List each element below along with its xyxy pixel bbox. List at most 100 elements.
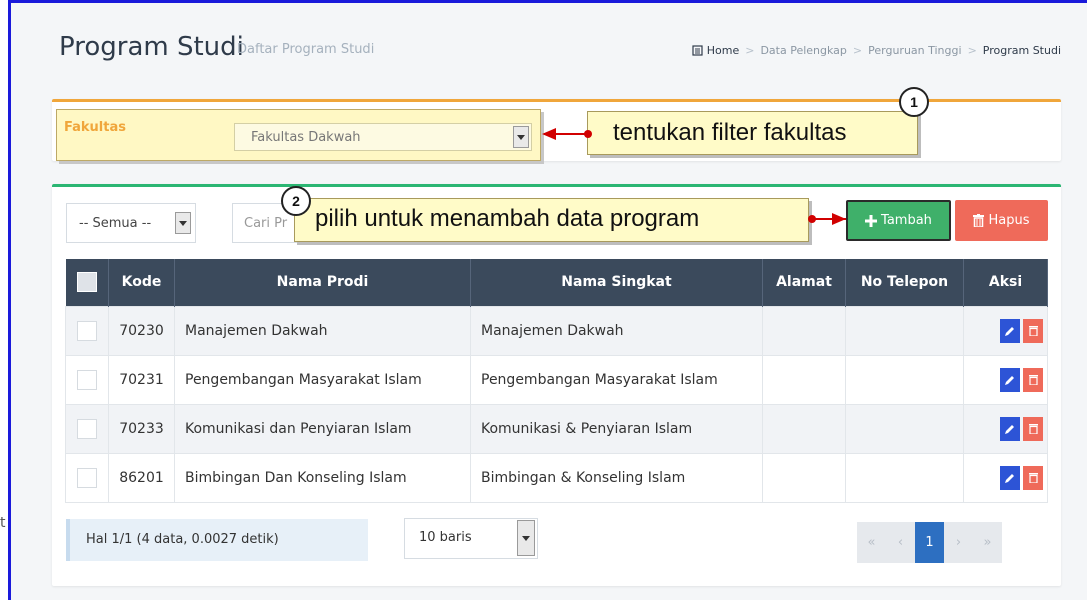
row-checkbox[interactable] — [77, 369, 97, 390]
status-filter-value: -- Semua -- — [79, 216, 152, 231]
table-header-row: Kode Nama Prodi Nama Singkat Alamat No T… — [65, 259, 1048, 306]
cell-alamat — [762, 305, 846, 356]
col-nama-singkat: Nama Singkat — [470, 259, 763, 306]
row-checkbox-cell — [65, 305, 109, 356]
cell-kode: 70231 — [108, 354, 175, 405]
col-alamat: Alamat — [762, 259, 846, 306]
row-checkbox-cell — [65, 354, 109, 405]
cell-telepon — [845, 452, 964, 503]
edit-button[interactable] — [1000, 367, 1020, 392]
cell-nama: Manajemen Dakwah — [174, 305, 471, 356]
cell-kode: 70233 — [108, 403, 175, 454]
breadcrumb: Home > Data Pelengkap > Perguruan Tinggi… — [692, 44, 1061, 57]
trash-icon — [1028, 325, 1038, 336]
page-subtitle: Daftar Program Studi — [237, 42, 375, 57]
delete-row-button[interactable] — [1023, 416, 1043, 441]
cell-aksi — [963, 452, 1048, 503]
breadcrumb-separator: > — [745, 44, 755, 57]
callout-add: pilih untuk menambah data program — [294, 198, 809, 242]
col-kode: Kode — [108, 259, 175, 306]
pencil-icon — [1005, 424, 1014, 434]
cell-singkat: Manajemen Dakwah — [470, 305, 763, 356]
step-badge-1: 1 — [899, 87, 929, 117]
col-no-telepon: No Telepon — [845, 259, 964, 306]
callout-filter: tentukan filter fakultas — [587, 111, 918, 155]
breadcrumb-perguruan-tinggi[interactable]: Perguruan Tinggi — [868, 44, 961, 57]
edit-button[interactable] — [1000, 318, 1020, 343]
status-filter-select[interactable]: -- Semua -- — [66, 203, 196, 243]
cell-alamat — [762, 354, 846, 405]
col-aksi: Aksi — [963, 259, 1048, 306]
plus-icon — [865, 214, 878, 227]
stray-text: t — [0, 515, 6, 531]
breadcrumb-current: Program Studi — [982, 44, 1061, 57]
table-row: 70233 Komunikasi dan Penyiaran Islam Kom… — [65, 403, 1048, 454]
trash-icon — [1028, 374, 1038, 385]
page-info: Hal 1/1 (4 data, 0.0027 detik) — [66, 519, 368, 561]
breadcrumb-data-pelengkap[interactable]: Data Pelengkap — [760, 44, 846, 57]
pencil-icon — [1005, 375, 1014, 385]
fakultas-filter-highlight: Fakultas Fakultas Dakwah — [56, 109, 541, 161]
select-all-checkbox[interactable] — [76, 272, 97, 293]
row-checkbox[interactable] — [77, 418, 97, 439]
fakultas-select[interactable]: Fakultas Dakwah — [234, 123, 532, 151]
pencil-icon — [1005, 326, 1014, 336]
pencil-icon — [1005, 473, 1014, 483]
cell-kode: 70230 — [108, 305, 175, 356]
first-page-button[interactable]: « — [857, 522, 886, 563]
edit-button[interactable] — [1000, 465, 1020, 490]
step-badge-2: 2 — [281, 186, 311, 216]
table-row: 86201 Bimbingan Dan Konseling Islam Bimb… — [65, 452, 1048, 503]
row-checkbox[interactable] — [77, 320, 97, 341]
row-checkbox[interactable] — [77, 467, 97, 488]
delete-button-label: Hapus — [988, 213, 1030, 228]
add-button-label: Tambah — [881, 213, 932, 228]
page-1-button[interactable]: 1 — [915, 522, 944, 563]
rows-per-page-value: 10 baris — [419, 530, 472, 545]
chevron-down-icon[interactable] — [175, 212, 191, 234]
program-table: Kode Nama Prodi Nama Singkat Alamat No T… — [65, 259, 1048, 503]
last-page-button[interactable]: » — [973, 522, 1002, 563]
cell-alamat — [762, 403, 846, 454]
breadcrumb-separator: > — [852, 44, 863, 57]
cell-aksi — [963, 305, 1048, 356]
cell-nama: Komunikasi dan Penyiaran Islam — [174, 403, 471, 454]
cell-telepon — [845, 403, 964, 454]
cell-kode: 86201 — [108, 452, 175, 503]
prev-page-button[interactable]: ‹ — [886, 522, 915, 563]
breadcrumb-home[interactable]: Home — [692, 44, 739, 57]
select-all-header[interactable] — [65, 259, 109, 306]
home-icon — [692, 45, 703, 56]
cell-telepon — [845, 305, 964, 356]
chevron-down-icon[interactable] — [513, 126, 529, 148]
page-title: Program Studi — [59, 32, 244, 62]
breadcrumb-separator: > — [967, 44, 977, 57]
cell-aksi — [963, 403, 1048, 454]
cell-aksi — [963, 354, 1048, 405]
delete-row-button[interactable] — [1023, 318, 1043, 343]
col-nama-prodi: Nama Prodi — [174, 259, 471, 306]
table-row: 70230 Manajemen Dakwah Manajemen Dakwah — [65, 305, 1048, 356]
row-checkbox-cell — [65, 403, 109, 454]
table-row: 70231 Pengembangan Masyarakat Islam Peng… — [65, 354, 1048, 405]
delete-row-button[interactable] — [1023, 465, 1043, 490]
trash-icon — [1028, 423, 1038, 434]
cell-telepon — [845, 354, 964, 405]
cell-singkat: Komunikasi & Penyiaran Islam — [470, 403, 763, 454]
trash-icon — [1028, 472, 1038, 483]
chevron-down-icon[interactable] — [517, 520, 535, 556]
rows-per-page-select[interactable]: 10 baris — [404, 518, 538, 559]
breadcrumb-home-label: Home — [706, 44, 740, 57]
cell-alamat — [762, 452, 846, 503]
cell-singkat: Bimbingan & Konseling Islam — [470, 452, 763, 503]
next-page-button[interactable]: › — [944, 522, 973, 563]
add-button[interactable]: Tambah — [846, 200, 951, 241]
trash-icon — [973, 214, 985, 227]
cell-nama: Bimbingan Dan Konseling Islam — [174, 452, 471, 503]
fakultas-label: Fakultas — [64, 120, 126, 135]
edit-button[interactable] — [1000, 416, 1020, 441]
delete-button[interactable]: Hapus — [955, 200, 1048, 241]
fakultas-select-value: Fakultas Dakwah — [251, 130, 361, 145]
pagination: « ‹ 1 › » — [857, 522, 1002, 563]
delete-row-button[interactable] — [1023, 367, 1043, 392]
